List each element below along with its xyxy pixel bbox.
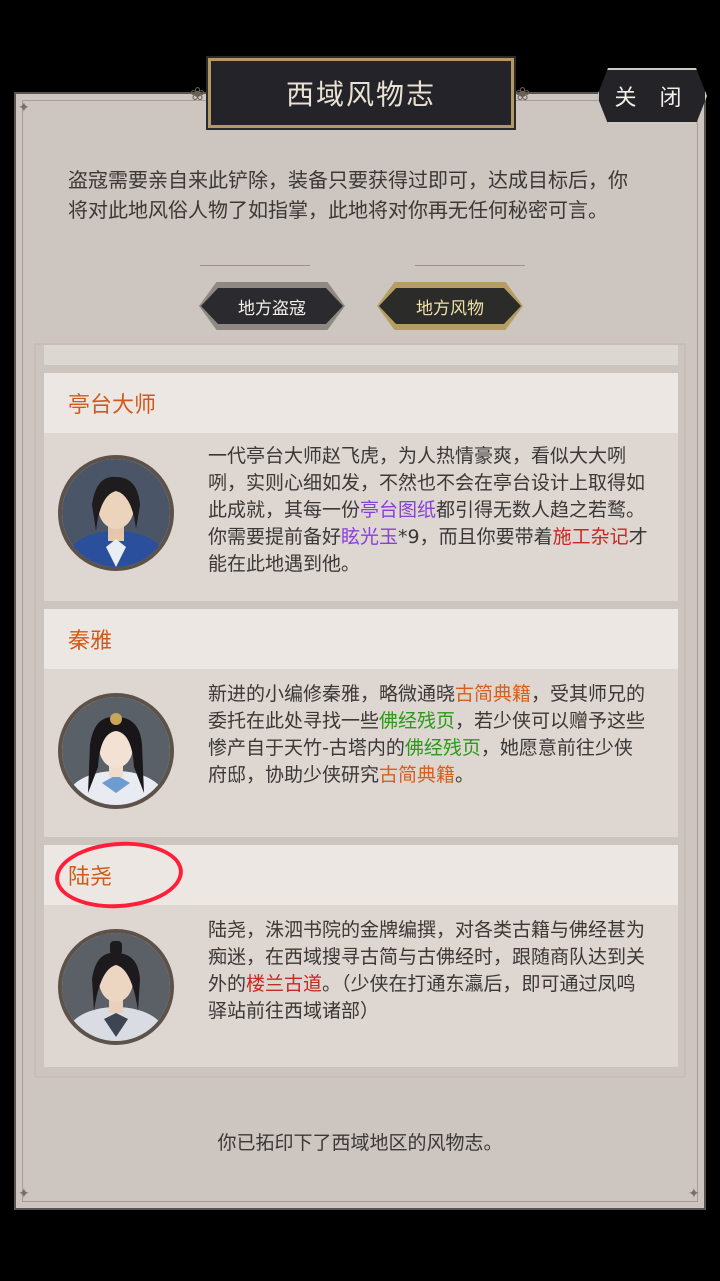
character-card: 秦雅 新进的小编修秦雅，略微通晓古简典籍，受其师兄的委托在此处寻找一些佛经残页，… xyxy=(44,609,678,837)
page-title: 西域风物志 xyxy=(208,58,514,128)
character-description: 陆尧，洙泗书院的金牌编撰，对各类古籍与佛经甚为痴迷，在西域搜寻古简与古佛经时，跟… xyxy=(208,919,646,1022)
tab-local-customs[interactable]: 地方风物 xyxy=(379,288,521,324)
female-scholar-avatar xyxy=(58,693,174,809)
title-right-ornament-icon: ❀ xyxy=(515,84,531,105)
corner-ornament-icon: ✦ xyxy=(18,1186,30,1202)
character-name: 秦雅 xyxy=(44,609,678,669)
character-description: 一代亭台大师赵飞虎，为人热情豪爽，看似大大咧咧，实则心细如发，不然也不会在亭台设… xyxy=(208,445,648,575)
divider-left xyxy=(200,265,310,266)
list-top-strip xyxy=(44,345,678,365)
title-left-ornament-icon: ❀ xyxy=(190,84,206,105)
divider-right xyxy=(415,265,525,266)
tab-local-bandits[interactable]: 地方盗寇 xyxy=(201,288,343,324)
close-button[interactable]: 关 闭 xyxy=(597,68,707,124)
footer-text: 你已拓印下了西域地区的风物志。 xyxy=(217,1132,503,1154)
character-list[interactable]: 亭台大师 一代亭台大师赵飞虎，为人热情豪爽，看似大大咧咧，实则心细如发，不然也不… xyxy=(34,343,686,1078)
male-scholar-blue-robe-avatar xyxy=(58,455,174,571)
character-description: 新进的小编修秦雅，略微通晓古简典籍，受其师兄的委托在此处寻找一些佛经残页，若少侠… xyxy=(208,683,646,786)
character-card: 亭台大师 一代亭台大师赵飞虎，为人热情豪爽，看似大大咧咧，实则心细如发，不然也不… xyxy=(44,373,678,601)
corner-ornament-icon: ✦ xyxy=(18,100,30,116)
intro-text: 盗寇需要亲自来此铲除，装备只要获得过即可，达成目标后，你将对此地风俗人物了如指掌… xyxy=(68,168,628,222)
male-scholar-white-robe-avatar xyxy=(58,929,174,1045)
character-name: 亭台大师 xyxy=(44,373,678,433)
corner-ornament-icon: ✦ xyxy=(688,1186,700,1202)
